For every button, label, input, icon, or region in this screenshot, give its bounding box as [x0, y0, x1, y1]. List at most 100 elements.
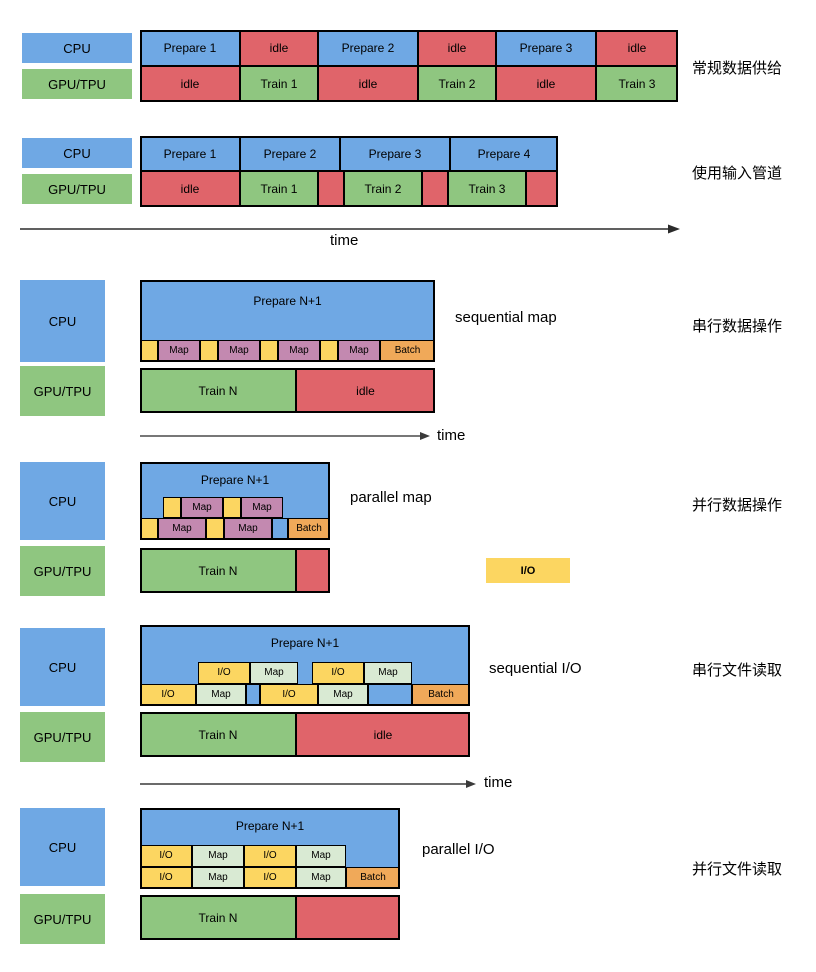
map-block: Map [181, 497, 223, 518]
diagram-canvas: CPU GPU/TPU Prepare 1 idle Prepare 2 idl… [0, 0, 816, 972]
io-slot [206, 518, 224, 539]
io-slot [320, 340, 338, 361]
io-slot [223, 497, 241, 518]
io-legend-label: I/O [520, 564, 536, 577]
legend-cpu-1: CPU [22, 33, 132, 63]
block-label: Map [311, 850, 331, 861]
io-block: I/O [244, 845, 296, 867]
legend-gpu-4: GPU/TPU [20, 546, 105, 596]
timeline-block: Prepare 3 [340, 136, 450, 171]
block-label: Prepare 2 [341, 41, 395, 55]
block-label: I/O [161, 689, 175, 700]
io-block: I/O [140, 684, 196, 706]
legend-gpu-3: GPU/TPU [20, 366, 105, 416]
gap-slot [272, 518, 288, 539]
block-label: Train N [198, 563, 238, 578]
gap-slot [246, 684, 260, 706]
legend-gpu-label: GPU/TPU [33, 729, 92, 745]
timeline-block: Train 3 [596, 66, 678, 102]
block-label: Prepare 4 [477, 146, 531, 161]
block-label: Map [172, 522, 192, 534]
legend-cpu-2: CPU [22, 138, 132, 168]
io-legend-key: I/O [486, 558, 570, 583]
section-cn-label: 串行文件读取 [692, 661, 783, 679]
legend-gpu-label: GPU/TPU [33, 563, 92, 579]
block-label: idle [447, 41, 467, 55]
legend-cpu-label: CPU [48, 313, 77, 329]
io-block: I/O [312, 662, 364, 684]
block-label: idle [269, 41, 289, 55]
train-block: Train N [140, 548, 296, 593]
timeline-block: Train 2 [344, 171, 422, 207]
block-label: Map [333, 689, 353, 700]
block-label: idle [358, 77, 378, 91]
legend-cpu-6: CPU [20, 808, 105, 886]
timeline-block [422, 171, 448, 207]
block-label: Prepare 3 [519, 41, 573, 55]
block-label: Map [208, 872, 228, 883]
legend-gpu-1: GPU/TPU [22, 69, 132, 99]
timeline-block: Prepare 2 [240, 136, 340, 171]
block-label: Train N [198, 383, 238, 398]
section-cn-label: 串行数据操作 [692, 317, 783, 335]
map-block: Map [218, 340, 260, 361]
timeline-block [318, 171, 344, 207]
timeline-block: Prepare 4 [450, 136, 558, 171]
legend-cpu-3: CPU [20, 280, 105, 362]
timeline-block: Prepare 1 [140, 30, 240, 66]
legend-gpu-label: GPU/TPU [33, 383, 92, 399]
block-label: idle [356, 383, 375, 398]
block-label: I/O [282, 689, 296, 700]
legend-gpu-label: GPU/TPU [48, 181, 106, 197]
timeline-block: idle [418, 30, 496, 66]
io-block: I/O [140, 845, 192, 867]
timeline-block: Prepare 3 [496, 30, 596, 66]
timeline-block: idle [596, 30, 678, 66]
prepare-block: Prepare N+1 [140, 280, 435, 342]
block-label: I/O [331, 667, 345, 678]
block-label: Prepare N+1 [200, 473, 270, 487]
map-block: Map [158, 518, 206, 539]
section-caption: sequential I/O [489, 660, 582, 677]
block-label: Map [349, 344, 369, 356]
timeline-block: idle [240, 30, 318, 66]
legend-gpu-label: GPU/TPU [48, 76, 106, 92]
section-cn-label: 常规数据供给 [692, 59, 783, 77]
batch-block: Batch [346, 867, 400, 889]
section-caption: parallel I/O [422, 841, 495, 858]
time-axis-2 [140, 432, 430, 440]
legend-cpu-label: CPU [48, 493, 77, 509]
io-block: I/O [260, 684, 318, 706]
block-label: Train 2 [364, 182, 402, 196]
legend-cpu-label: CPU [48, 839, 77, 855]
timeline-block: Train 2 [418, 66, 496, 102]
block-label: Prepare N+1 [235, 819, 305, 833]
block-label: I/O [263, 872, 277, 883]
section-caption: sequential map [455, 309, 557, 326]
legend-cpu-4: CPU [20, 462, 105, 540]
timeline-block: Prepare 2 [318, 30, 418, 66]
train-block: Train N [140, 895, 296, 940]
map-block: Map [192, 867, 244, 889]
block-label: Map [169, 344, 189, 356]
section-cn-label: 使用输入管道 [692, 164, 783, 182]
map-block: Map [364, 662, 412, 684]
map-block: Map [318, 684, 368, 706]
timeline-block: idle [318, 66, 418, 102]
gap-slot [368, 684, 412, 706]
block-label: I/O [159, 872, 173, 883]
block-label: Map [378, 667, 398, 678]
map-block: Map [250, 662, 298, 684]
time-axis-label: time [437, 427, 466, 444]
block-label: Train 1 [260, 77, 298, 91]
io-block: I/O [198, 662, 250, 684]
timeline-block: idle [140, 171, 240, 207]
block-label: Prepare 1 [163, 41, 217, 55]
idle-block: idle [296, 368, 435, 413]
block-label: Map [289, 344, 309, 356]
timeline-block: Train 1 [240, 171, 318, 207]
section-cn-label: 并行文件读取 [692, 860, 783, 878]
block-label: Train 1 [260, 182, 298, 196]
timeline-block: Train 1 [240, 66, 318, 102]
io-slot [163, 497, 181, 518]
